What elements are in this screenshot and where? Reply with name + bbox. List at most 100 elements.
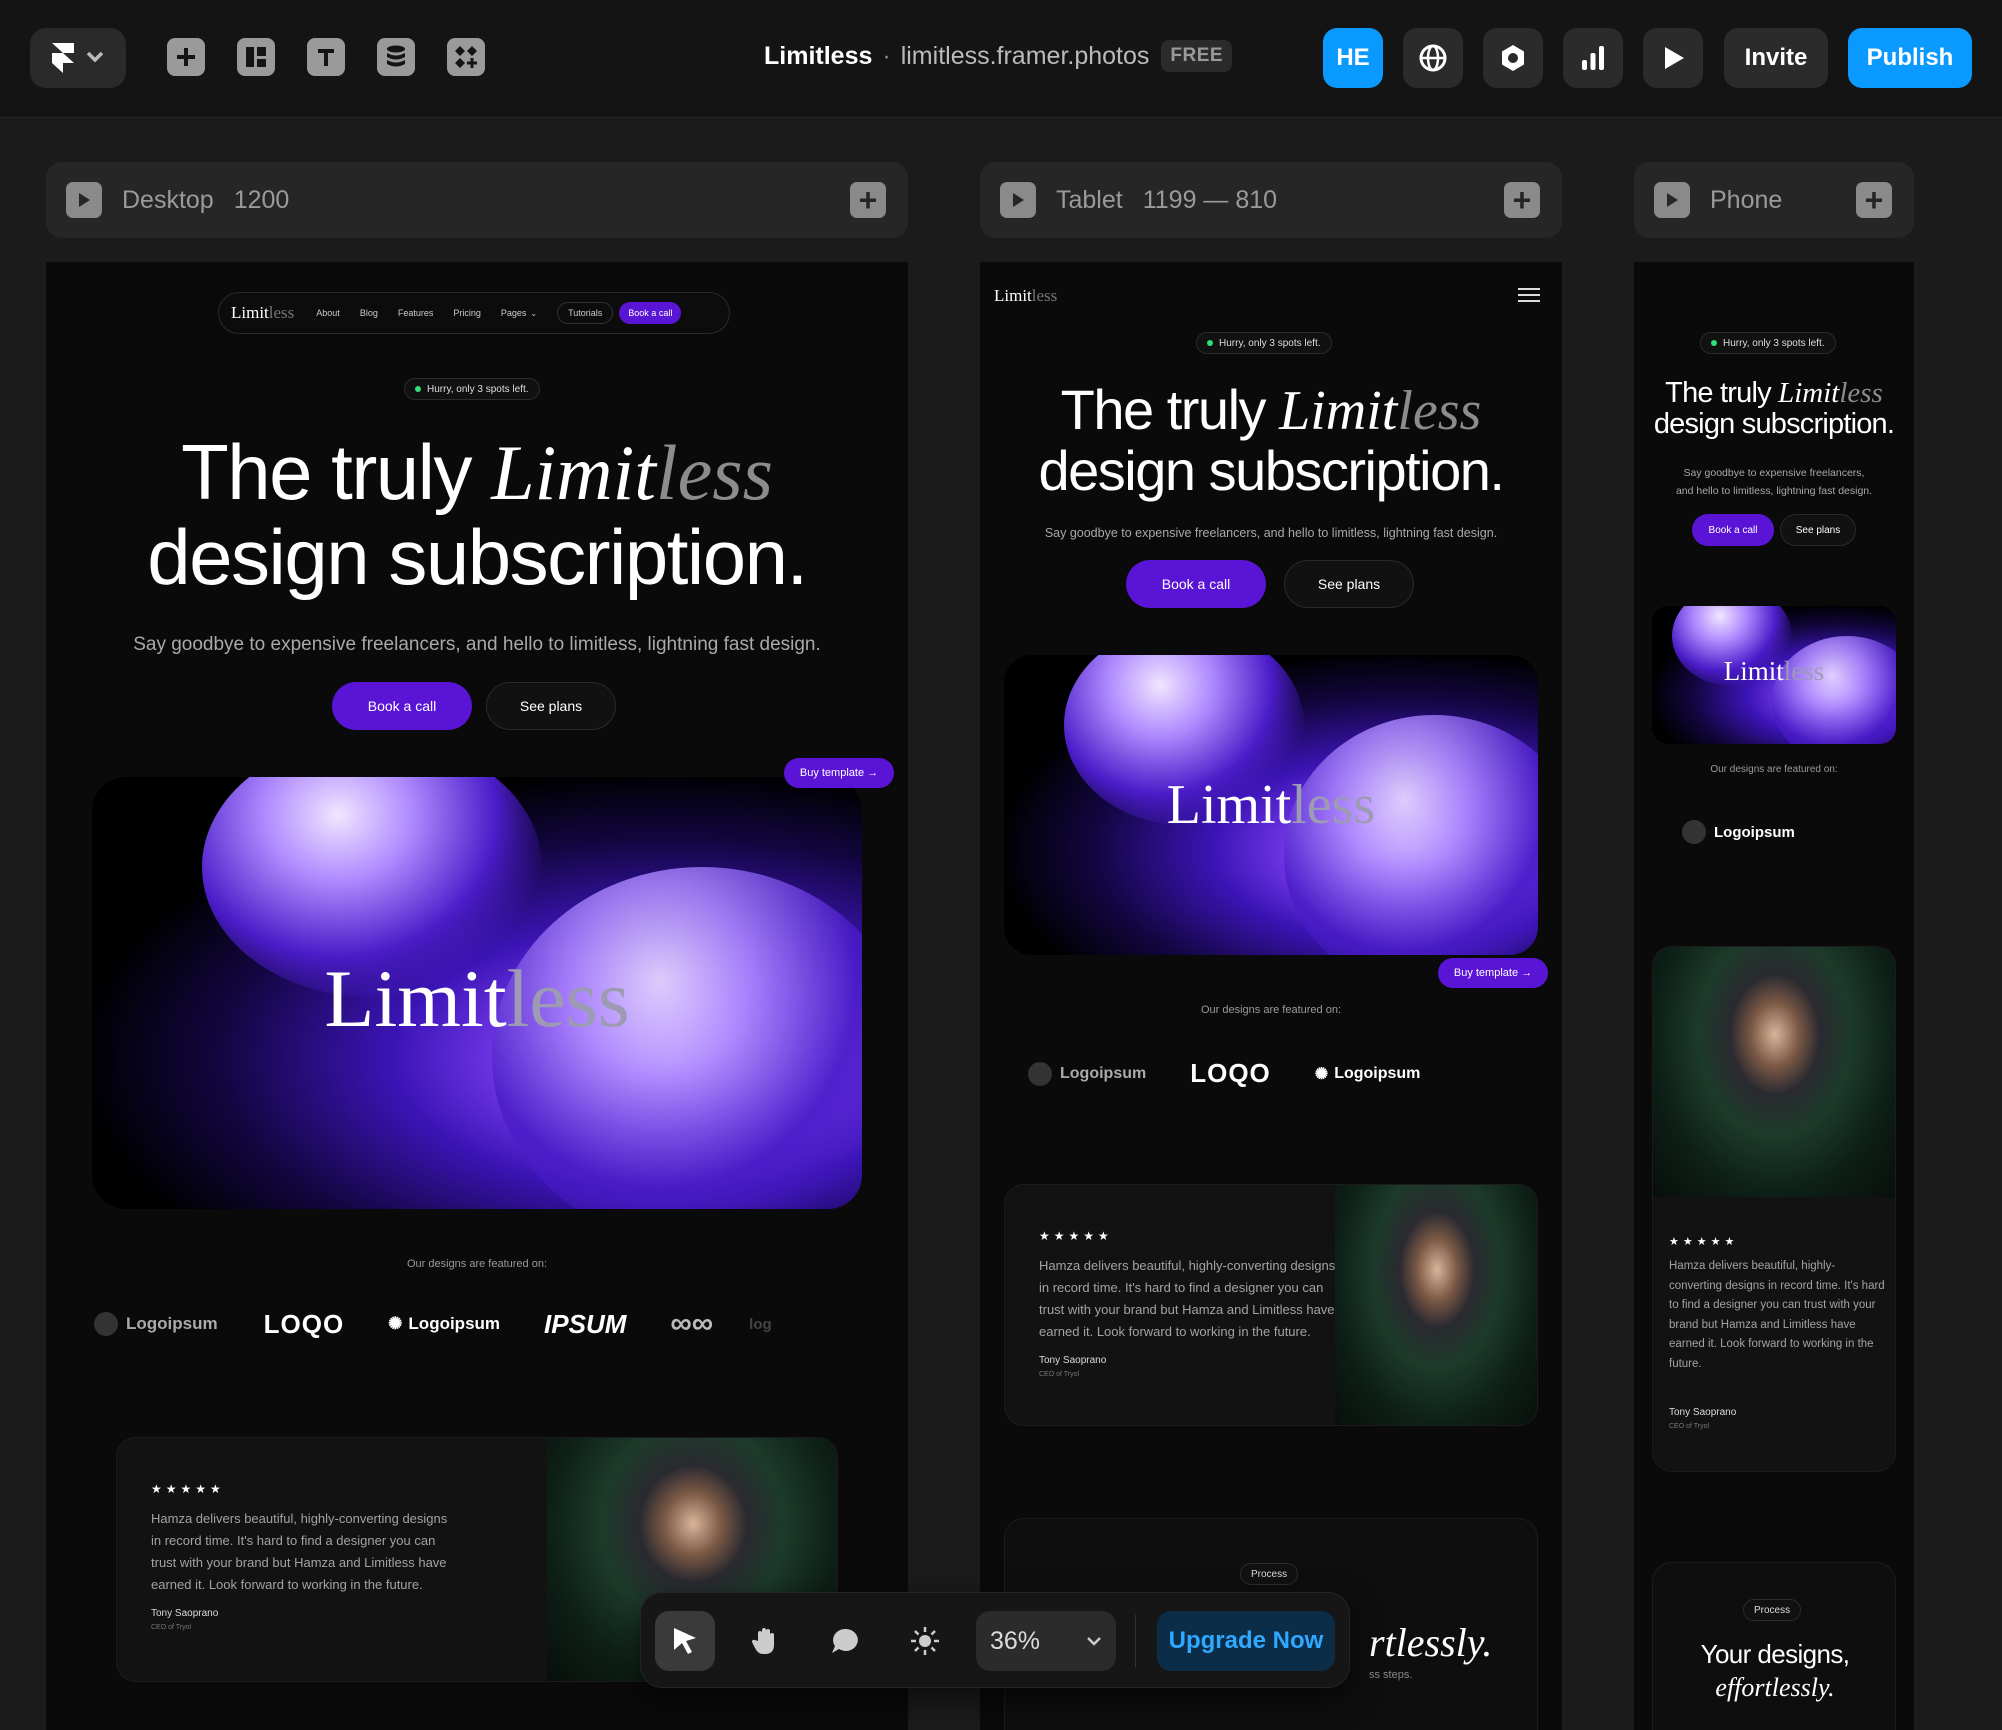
process-title: rtlessly.: [1369, 1620, 1493, 1665]
book-call-button[interactable]: Book a call: [332, 682, 472, 730]
featured-label: Our designs are featured on:: [406, 1258, 548, 1270]
globe-button[interactable]: [1403, 28, 1463, 88]
cursor-icon: [674, 1628, 696, 1654]
analytics-button[interactable]: [1563, 28, 1623, 88]
buy-template-button[interactable]: Buy template →: [784, 758, 894, 788]
user-avatar[interactable]: HE: [1323, 28, 1383, 88]
globe-icon: [1419, 44, 1447, 72]
frame-label: Desktop: [122, 185, 214, 214]
author-role: CEO of Tryol: [1039, 1371, 1080, 1378]
process-card: Process Your designs, effortlessly.: [1652, 1562, 1896, 1730]
badge-text: Hurry, only 3 spots left.: [427, 383, 529, 395]
process-badge: Process: [1240, 1563, 1299, 1585]
buy-template-button[interactable]: Buy template →: [1438, 958, 1548, 988]
logoipsum-mark-icon: [1028, 1061, 1052, 1086]
publish-button[interactable]: Publish: [1848, 28, 1972, 88]
theme-icon: [911, 1627, 939, 1655]
logo-strip: Logoipsum LOQO ✺ Logoipsum IPSUM ∞∞ log: [94, 1307, 772, 1341]
badge-text: Hurry, only 3 spots left.: [1219, 337, 1321, 349]
testimonial-card: ★★★★★ Hamza delivers beautiful, highly-c…: [1652, 946, 1896, 1472]
text-icon[interactable]: [307, 38, 345, 76]
play-icon[interactable]: [1000, 182, 1036, 218]
settings-button[interactable]: [1483, 28, 1543, 88]
see-plans-button[interactable]: See plans: [1780, 514, 1856, 546]
chevron-down-icon: [1087, 1637, 1101, 1646]
play-icon[interactable]: [1654, 182, 1690, 218]
add-breakpoint-icon[interactable]: +: [1856, 182, 1892, 218]
project-name: Limitless: [764, 41, 873, 70]
featured-label: Our designs are featured on:: [1200, 1004, 1342, 1016]
phone-frame-header[interactable]: Phone +: [1634, 162, 1914, 238]
add-breakpoint-icon[interactable]: +: [1504, 182, 1540, 218]
nav-blog[interactable]: Blog: [360, 308, 378, 318]
site-logo[interactable]: Limitless: [231, 303, 294, 323]
layout-icon[interactable]: [237, 38, 275, 76]
tablet-frame-header[interactable]: Tablet 1199 — 810 +: [980, 162, 1562, 238]
book-call-button[interactable]: Book a call: [1692, 514, 1774, 546]
book-call-button[interactable]: Book a call: [1126, 560, 1266, 608]
spots-badge: Hurry, only 3 spots left.: [1196, 332, 1332, 354]
desktop-frame-header[interactable]: Desktop 1200 +: [46, 162, 908, 238]
testimonial-portrait: [1653, 947, 1895, 1197]
author-name: Tony Saoprano: [1039, 1355, 1107, 1366]
logoipsum-mark-icon: [1682, 820, 1706, 844]
logo-3: Logoipsum: [1334, 1064, 1421, 1082]
analytics-icon: [1582, 46, 1604, 70]
phone-frame[interactable]: Hurry, only 3 spots left. The truly Limi…: [1634, 262, 1914, 1730]
status-dot-icon: [1711, 340, 1717, 346]
hand-tool-button[interactable]: [735, 1611, 795, 1671]
desktop-frame[interactable]: Limitless About Blog Features Pricing Pa…: [46, 262, 908, 1730]
theme-toggle-button[interactable]: [895, 1611, 955, 1671]
preview-button[interactable]: [1643, 28, 1703, 88]
author-name: Tony Saoprano: [1669, 1407, 1737, 1418]
see-plans-button[interactable]: See plans: [1284, 560, 1414, 608]
logo-1: Logoipsum: [1060, 1064, 1147, 1082]
zoom-value: 36%: [990, 1626, 1041, 1655]
sunburst-icon: ✺: [388, 1314, 403, 1333]
zoom-select[interactable]: 36%: [976, 1611, 1116, 1671]
frame-size: 1200: [233, 185, 290, 214]
add-breakpoint-icon[interactable]: +: [850, 182, 886, 218]
invite-button[interactable]: Invite: [1724, 28, 1828, 88]
process-badge: Process: [1743, 1599, 1802, 1621]
logo-2: LOQO: [263, 1308, 345, 1339]
logo-2: LOQO: [1190, 1058, 1271, 1088]
tablet-frame[interactable]: Limitless Hurry, only 3 spots left. The …: [980, 262, 1562, 1730]
author-name: Tony Saoprano: [151, 1608, 219, 1619]
logoipsum-mark-icon: [94, 1312, 118, 1336]
hero-subhead: Say goodbye to expensive freelancers, an…: [1044, 526, 1498, 540]
hamburger-menu-icon[interactable]: [1518, 288, 1540, 302]
select-tool-button[interactable]: [655, 1611, 715, 1671]
project-domain[interactable]: limitless.framer.photos: [901, 42, 1150, 71]
comment-tool-button[interactable]: [815, 1611, 875, 1671]
framer-menu-button[interactable]: [30, 28, 126, 88]
hero-image: Limitless: [1652, 606, 1896, 744]
nav-pages[interactable]: Pages: [501, 308, 527, 318]
insert-icon[interactable]: [167, 38, 205, 76]
hero-image: Limitless: [92, 777, 862, 1209]
logo-4: IPSUM: [544, 1308, 627, 1339]
project-title[interactable]: Limitless · limitless.framer.photos FREE: [764, 40, 1233, 72]
logo-3: Logoipsum: [408, 1314, 501, 1333]
status-dot-icon: [415, 386, 421, 392]
comment-icon: [832, 1628, 858, 1653]
see-plans-button[interactable]: See plans: [486, 682, 616, 730]
components-icon[interactable]: [447, 38, 485, 76]
nav-book-call[interactable]: Book a call: [619, 302, 682, 324]
nav-features[interactable]: Features: [398, 308, 434, 318]
upgrade-button[interactable]: Upgrade Now: [1157, 1611, 1335, 1671]
process-title-line1: Your designs,: [1700, 1639, 1850, 1669]
sunburst-icon: ✺: [1314, 1065, 1329, 1083]
logo-strip: Logoipsum LOQO ✺ Logoipsum: [1028, 1058, 1420, 1089]
frame-label: Phone: [1710, 185, 1783, 214]
process-title-line2: effortlessly.: [1715, 1673, 1835, 1702]
nav-pricing[interactable]: Pricing: [453, 308, 481, 318]
logo-cut: log: [749, 1315, 772, 1333]
nav-tutorials[interactable]: Tutorials: [557, 302, 614, 324]
badge-text: Hurry, only 3 spots left.: [1723, 337, 1825, 349]
site-logo[interactable]: Limitless: [994, 286, 1057, 306]
cms-icon[interactable]: [377, 38, 415, 76]
site-nav: Limitless About Blog Features Pricing Pa…: [218, 292, 730, 334]
play-icon[interactable]: [66, 182, 102, 218]
nav-about[interactable]: About: [316, 308, 340, 318]
